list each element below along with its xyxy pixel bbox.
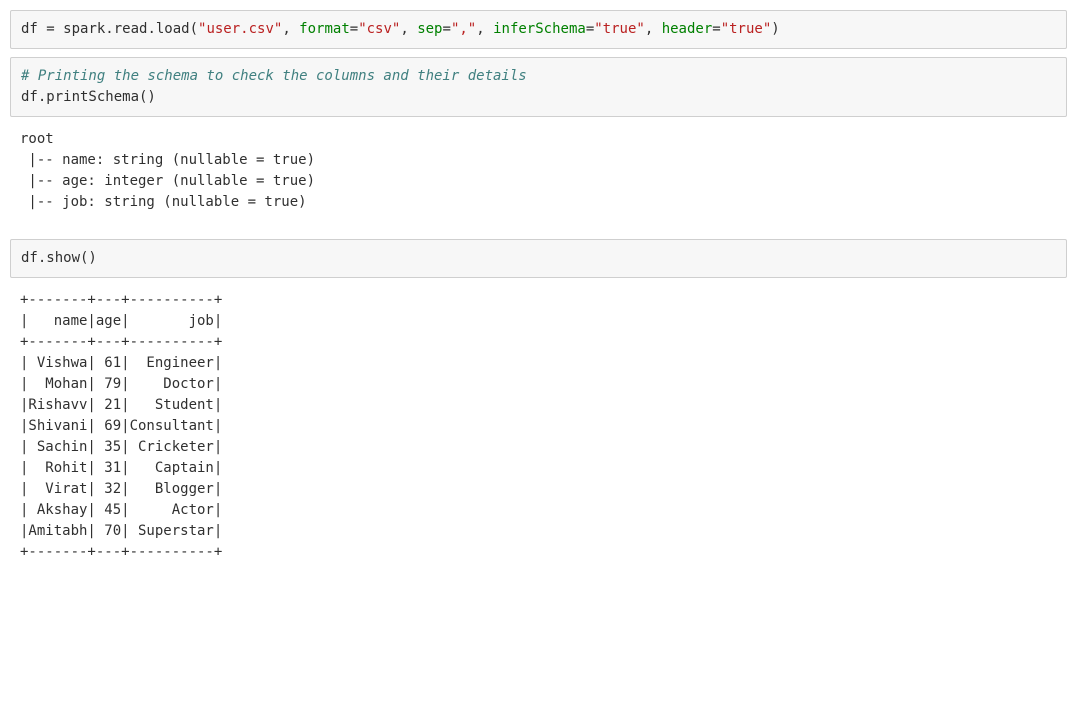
code-cell-2: # Printing the schema to check the colum… <box>10 57 1067 117</box>
code-token: = <box>443 21 451 37</box>
code-token: = <box>586 21 594 37</box>
code-statement: df.printSchema() <box>21 89 156 105</box>
code-token: ) <box>771 21 779 37</box>
code-cell-1: df = spark.read.load("user.csv", format=… <box>10 10 1067 49</box>
code-comment: # Printing the schema to check the colum… <box>21 68 527 84</box>
code-string: "true" <box>721 21 772 37</box>
code-token: = <box>38 21 63 37</box>
code-statement: df.show() <box>21 250 97 266</box>
code-string: "," <box>451 21 476 37</box>
code-cell-3: df.show() <box>10 239 1067 278</box>
code-token: , <box>282 21 299 37</box>
code-keyword: inferSchema <box>493 21 586 37</box>
code-keyword: header <box>662 21 713 37</box>
code-token: = <box>712 21 720 37</box>
code-token: , <box>645 21 662 37</box>
code-string: "user.csv" <box>198 21 282 37</box>
code-keyword: sep <box>417 21 442 37</box>
code-token: , <box>400 21 417 37</box>
output-table: +-------+---+----------+ | name|age| job… <box>10 286 1067 577</box>
code-string: "csv" <box>358 21 400 37</box>
code-token: = <box>350 21 358 37</box>
code-keyword: format <box>299 21 350 37</box>
code-string: "true" <box>594 21 645 37</box>
code-token: , <box>476 21 493 37</box>
code-token: df <box>21 21 38 37</box>
code-token: spark.read.load( <box>63 21 198 37</box>
output-schema: root |-- name: string (nullable = true) … <box>10 125 1067 227</box>
